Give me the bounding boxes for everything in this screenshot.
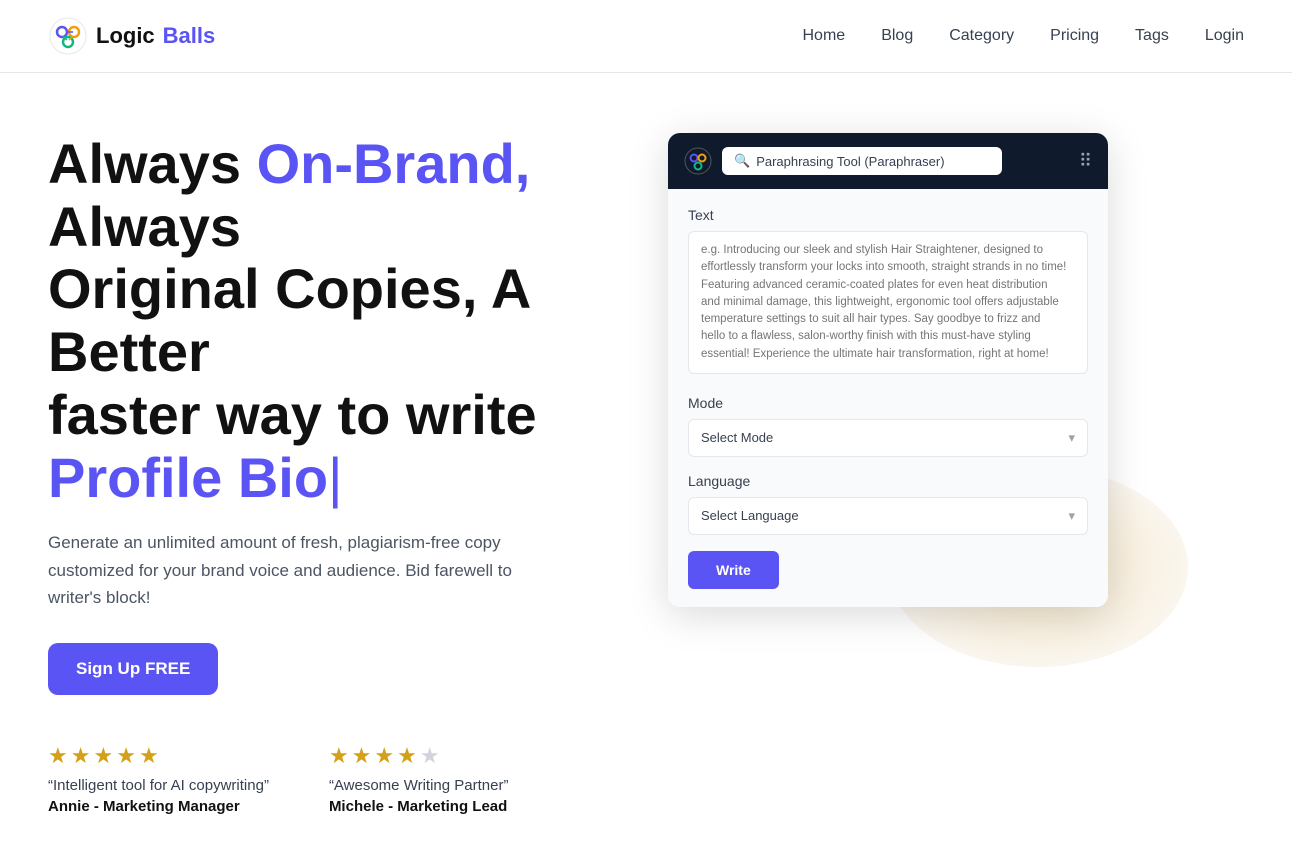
tool-body: Text Mode Select Mode ▾ Language Selec [668,189,1108,607]
tool-search-bar[interactable]: 🔍 Paraphrasing Tool (Paraphraser) [722,147,1002,175]
star-3: ★ [93,743,113,769]
tool-header-left: 🔍 Paraphrasing Tool (Paraphraser) [684,147,1002,175]
logo-text-balls: Balls [163,23,216,49]
search-icon: 🔍 [734,153,750,169]
logo-icon [48,16,88,56]
language-chevron-icon: ▾ [1068,508,1075,524]
hero-line3: faster way to write [48,383,537,446]
nav-tags[interactable]: Tags [1135,27,1169,45]
header: Logic Balls Home Blog Category Pricing Ta… [0,0,1292,73]
tool-card: 🔍 Paraphrasing Tool (Paraphraser) ⠿ Text… [668,133,1108,607]
tool-logo-icon [684,147,712,175]
review-1-author: Annie - Marketing Manager [48,798,269,815]
review-2-quote: “Awesome Writing Partner” [329,777,509,794]
mode-section: Mode Select Mode ▾ [688,395,1088,457]
mode-select[interactable]: Select Mode ▾ [688,419,1088,457]
nav-login[interactable]: Login [1205,27,1244,45]
grid-icon[interactable]: ⠿ [1079,151,1092,172]
hero-line1-accent: On-Brand, [257,132,531,195]
tool-mockup: 🔍 Paraphrasing Tool (Paraphraser) ⠿ Text… [668,133,1128,607]
write-button[interactable]: Write [688,551,779,589]
hero-line4: Profile Bio [48,446,328,509]
star-2: ★ [71,743,91,769]
nav-blog[interactable]: Blog [881,27,913,45]
star-4: ★ [397,743,417,769]
review-2: ★ ★ ★ ★ ★ “Awesome Writing Partner” Mich… [329,743,509,815]
star-1: ★ [329,743,349,769]
text-label: Text [688,207,1088,223]
language-select-value: Select Language [701,508,799,523]
language-select[interactable]: Select Language ▾ [688,497,1088,535]
reviews-section: ★ ★ ★ ★ ★ “Intelligent tool for AI copyw… [48,743,628,815]
tool-header: 🔍 Paraphrasing Tool (Paraphraser) ⠿ [668,133,1108,189]
star-5: ★ [139,743,159,769]
text-field-section: Text [688,207,1088,395]
hero-section: Always On-Brand, Always Original Copies,… [48,133,628,815]
review-2-stars: ★ ★ ★ ★ ★ [329,743,509,769]
review-2-author: Michele - Marketing Lead [329,798,509,815]
logo[interactable]: Logic Balls [48,16,215,56]
text-input[interactable] [688,231,1088,374]
tool-search-text: Paraphrasing Tool (Paraphraser) [756,154,944,169]
cursor: | [328,446,343,509]
logo-text-logic: Logic [96,23,155,49]
hero-title: Always On-Brand, Always Original Copies,… [48,133,628,509]
nav-category[interactable]: Category [949,27,1014,45]
hero-line1-start: Always [48,132,257,195]
main-nav: Home Blog Category Pricing Tags Login [803,27,1245,45]
mode-select-value: Select Mode [701,430,773,445]
hero-line1-end: Always [48,195,241,258]
star-2: ★ [352,743,372,769]
review-1-quote: “Intelligent tool for AI copywriting” [48,777,269,794]
star-3: ★ [374,743,394,769]
review-1-stars: ★ ★ ★ ★ ★ [48,743,269,769]
hero-line2: Original Copies, A Better [48,257,529,383]
star-1: ★ [48,743,68,769]
language-section: Language Select Language ▾ [688,473,1088,535]
nav-pricing[interactable]: Pricing [1050,27,1099,45]
nav-home[interactable]: Home [803,27,846,45]
main-content: Always On-Brand, Always Original Copies,… [0,73,1292,855]
signup-button[interactable]: Sign Up FREE [48,643,218,695]
hero-subtitle: Generate an unlimited amount of fresh, p… [48,529,548,611]
language-label: Language [688,473,1088,489]
mode-chevron-icon: ▾ [1068,430,1075,446]
review-1: ★ ★ ★ ★ ★ “Intelligent tool for AI copyw… [48,743,269,815]
star-4: ★ [116,743,136,769]
star-5-empty: ★ [420,743,440,769]
mode-label: Mode [688,395,1088,411]
